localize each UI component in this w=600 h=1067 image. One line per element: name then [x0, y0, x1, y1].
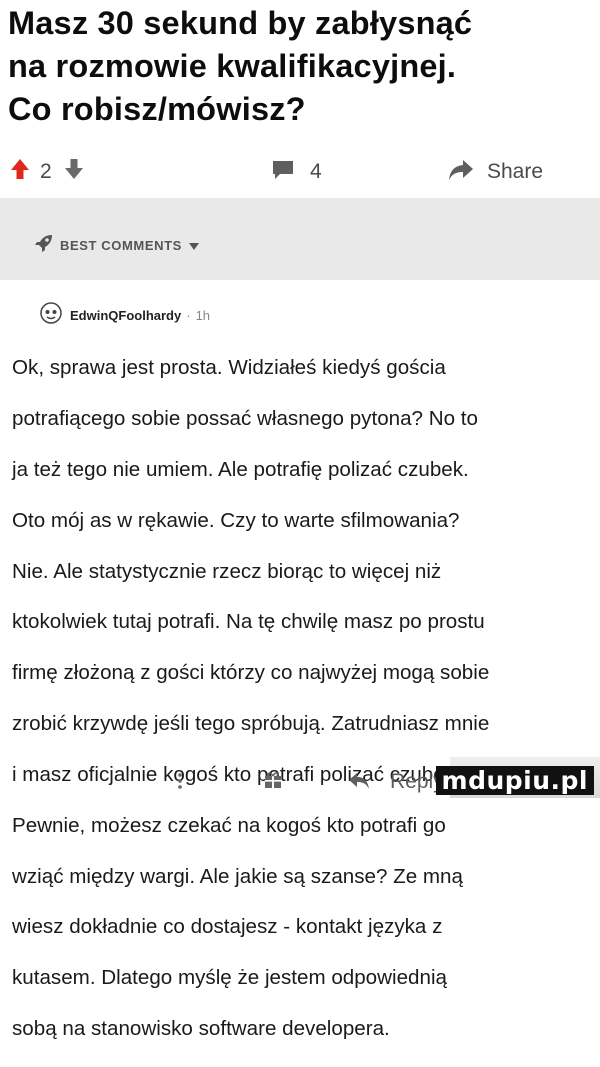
comment-line: ktokolwiek tutaj potrafi. Na tę chwilę m…: [12, 610, 485, 634]
up-arrow-icon[interactable]: [10, 158, 30, 185]
post-action-bar: 2 4 Share: [0, 150, 600, 190]
down-arrow-icon[interactable]: [64, 158, 84, 185]
comment-count: 4: [310, 160, 322, 183]
comment-meta: EdwinQFoolhardy · 1h: [40, 302, 210, 329]
comment-line: potrafiącego sobie possać własnego pyton…: [12, 407, 478, 431]
comment-line: Oto mój as w rękawie. Czy to warte sfilm…: [12, 508, 460, 532]
comment-line: sobą na stanowisko software developera.: [12, 1016, 390, 1040]
comment-line: firmę złożoną z gości którzy co najwyżej…: [12, 661, 490, 685]
comment-body: Ok, sprawa jest prosta. Widziałeś kiedyś…: [12, 330, 592, 1067]
watermark-text: mdupiu.pl: [435, 766, 594, 795]
chevron-down-icon: [188, 237, 199, 255]
more-vertical-icon[interactable]: [177, 772, 183, 795]
meta-separator: ·: [186, 308, 191, 323]
comment-sort-dropdown[interactable]: BEST COMMENTS: [34, 233, 199, 258]
comment-line: Nie. Ale statystycznie rzecz biorąc to w…: [12, 559, 442, 583]
comment-line: wziąć między wargi. Ale jakie są szanse?…: [12, 864, 463, 888]
comment-line: Pewnie, możesz czekać na kogoś kto potra…: [12, 813, 446, 837]
reply-arrow-icon[interactable]: [348, 772, 370, 795]
comment-line: wiesz dokładnie co dostajesz - kontakt j…: [12, 915, 443, 939]
comment-line: kutasem. Dlatego myślę że jestem odpowie…: [12, 966, 447, 990]
post-title: Masz 30 sekund by zabłysnąć na rozmowie …: [8, 5, 473, 127]
sort-label: BEST COMMENTS: [60, 238, 182, 253]
comment-line: ja też tego nie umiem. Ale potrafię poli…: [12, 458, 469, 482]
share-arrow-icon[interactable]: [448, 159, 474, 186]
avatar[interactable]: [40, 302, 62, 329]
vote-score: 2: [40, 160, 52, 183]
comment-line: Ok, sprawa jest prosta. Widziałeś kiedyś…: [12, 356, 446, 380]
rocket-icon: [34, 233, 54, 258]
share-button[interactable]: Share: [487, 160, 543, 184]
comment-author[interactable]: EdwinQFoolhardy: [70, 308, 181, 323]
site-watermark: mdupiu.pl: [435, 757, 600, 798]
gift-icon[interactable]: [264, 771, 282, 794]
comment-line: zrobić krzywdę jeśli tego spróbują. Zatr…: [12, 712, 490, 736]
comment-icon[interactable]: [272, 160, 294, 185]
comment-time: 1h: [195, 308, 211, 323]
